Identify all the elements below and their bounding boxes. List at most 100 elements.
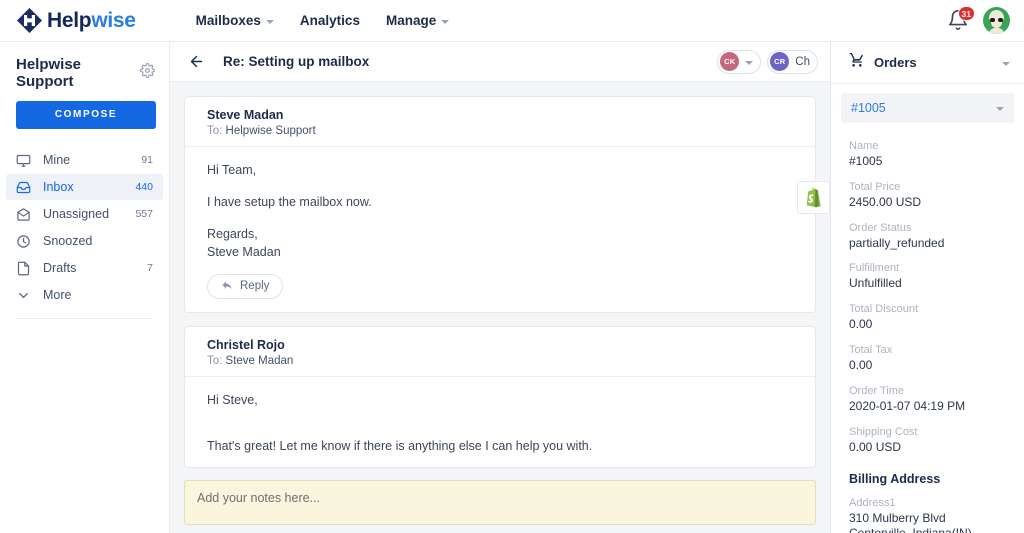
reply-button[interactable]: Reply xyxy=(207,274,283,299)
sidebar-folder-list: Mine 91 Inbox 440 xyxy=(0,147,169,308)
field-label: Order Status xyxy=(849,222,1006,234)
sidebar-item-inbox[interactable]: Inbox 440 xyxy=(6,174,163,200)
sidebar: Helpwise Support COMPOSE Mine 91 xyxy=(0,42,170,533)
avatar-glasses xyxy=(990,18,1003,22)
order-field-total-price: Total Price 2450.00 USD xyxy=(849,181,1006,211)
message-header: Steve Madan To: Helpwise Support xyxy=(185,97,815,147)
notes-input[interactable] xyxy=(184,480,816,525)
chevron-down-icon xyxy=(996,107,1004,111)
field-value: 0.00 xyxy=(849,358,1006,374)
sidebar-count-mine: 91 xyxy=(141,154,153,166)
message-line: Regards, xyxy=(207,225,793,243)
chevron-down-icon xyxy=(745,61,753,65)
billing-field-address1: Address1 310 Mulberry Blvd Centerville, … xyxy=(849,497,1006,533)
notification-badge: 31 xyxy=(958,6,975,21)
field-label: Name xyxy=(849,140,1006,152)
message-spacer xyxy=(207,409,793,437)
order-selector-value: #1005 xyxy=(851,101,886,115)
logo-text-help: Help xyxy=(47,9,91,32)
back-arrow-icon[interactable] xyxy=(182,50,211,73)
top-nav-actions: 31 xyxy=(947,7,1010,34)
order-field-order-time: Order Time 2020-01-07 04:19 PM xyxy=(849,385,1006,415)
message-sender: Steve Madan xyxy=(207,108,793,122)
user-avatar[interactable] xyxy=(983,7,1010,34)
field-value: 0.00 USD xyxy=(849,440,1006,456)
sidebar-count-unassigned: 557 xyxy=(135,208,153,220)
logo-text-wise: wise xyxy=(91,9,135,32)
reply-label: Reply xyxy=(240,280,269,292)
chevron-down-icon xyxy=(441,20,449,24)
conversation-subject: Re: Setting up mailbox xyxy=(223,54,369,69)
order-field-order-status: Order Status partially_refunded xyxy=(849,222,1006,252)
notes-area xyxy=(170,480,830,533)
field-label: Total Price xyxy=(849,181,1006,193)
envelope-icon xyxy=(16,207,34,222)
reply-icon xyxy=(221,279,233,294)
message-card: Steve Madan To: Helpwise Support Hi Team… xyxy=(184,96,816,313)
message-recipient: To: Helpwise Support xyxy=(207,125,793,137)
sidebar-label-mine: Mine xyxy=(43,153,70,167)
sidebar-item-more[interactable]: More xyxy=(6,282,163,308)
inbox-icon xyxy=(16,180,34,195)
mailbox-title: Helpwise Support xyxy=(16,56,140,90)
nav-label-manage: Manage xyxy=(386,13,436,28)
sidebar-label-snoozed: Snoozed xyxy=(43,234,92,248)
compose-button[interactable]: COMPOSE xyxy=(16,101,156,129)
field-value: Unfulfilled xyxy=(849,276,1006,292)
chevron-down-icon xyxy=(266,20,274,24)
helpwise-logo[interactable]: Helpwise xyxy=(16,7,136,34)
field-value: 2020-01-07 04:19 PM xyxy=(849,399,1006,415)
message-body: Hi Steve, That's great! Let me know if t… xyxy=(185,377,815,467)
message-line: I have setup the mailbox now. xyxy=(207,193,793,211)
notifications-button[interactable]: 31 xyxy=(947,9,969,33)
gear-icon[interactable] xyxy=(140,63,155,83)
contact-chip[interactable]: CR Ch xyxy=(767,50,818,74)
field-label: Fulfillment xyxy=(849,262,1006,274)
sidebar-count-inbox: 440 xyxy=(135,181,153,193)
main-nav-links: Mailboxes Analytics Manage xyxy=(196,13,450,28)
sidebar-item-mine[interactable]: Mine 91 xyxy=(6,147,163,173)
chevron-down-icon xyxy=(1002,62,1010,66)
field-label: Shipping Cost xyxy=(849,426,1006,438)
field-value: 0.00 xyxy=(849,317,1006,333)
orders-panel-header[interactable]: Orders xyxy=(831,42,1024,84)
helpwise-logo-icon xyxy=(16,7,43,34)
message-to-name: Steve Madan xyxy=(226,355,294,367)
message-spacer xyxy=(207,179,793,193)
message-spacer xyxy=(207,211,793,225)
sidebar-header: Helpwise Support xyxy=(0,56,169,90)
field-label: Order Time xyxy=(849,385,1006,397)
contact-name: Ch xyxy=(795,56,810,68)
sidebar-item-drafts[interactable]: Drafts 7 xyxy=(6,255,163,281)
message-line: That's great! Let me know if there is an… xyxy=(207,437,793,455)
nav-item-mailboxes[interactable]: Mailboxes xyxy=(196,13,274,28)
clock-icon xyxy=(16,234,34,249)
avatar-body xyxy=(989,28,1004,34)
conversation-pane: Re: Setting up mailbox CK CR Ch Steve Ma… xyxy=(170,42,830,533)
message-card: Christel Rojo To: Steve Madan Hi Steve, … xyxy=(184,326,816,468)
shopify-icon[interactable] xyxy=(797,181,830,214)
sidebar-label-inbox: Inbox xyxy=(43,180,74,194)
nav-item-manage[interactable]: Manage xyxy=(386,13,449,28)
message-to-prefix: To: xyxy=(207,355,222,367)
sidebar-label-drafts: Drafts xyxy=(43,261,76,275)
conversation-assignees: CK CR Ch xyxy=(717,50,818,74)
conversation-header: Re: Setting up mailbox CK CR Ch xyxy=(170,42,830,82)
message-header: Christel Rojo To: Steve Madan xyxy=(185,327,815,377)
billing-address-heading: Billing Address xyxy=(849,472,1006,486)
monitor-icon xyxy=(16,153,34,168)
order-details-list: Name #1005 Total Price 2450.00 USD Order… xyxy=(831,123,1024,533)
assignee-chip[interactable]: CK xyxy=(717,50,761,74)
field-value: #1005 xyxy=(849,154,1006,170)
sidebar-label-more: More xyxy=(43,288,71,302)
sidebar-divider xyxy=(16,318,153,319)
message-to-prefix: To: xyxy=(207,125,222,137)
sidebar-item-snoozed[interactable]: Snoozed xyxy=(6,228,163,254)
sidebar-label-unassigned: Unassigned xyxy=(43,207,109,221)
sidebar-item-unassigned[interactable]: Unassigned 557 xyxy=(6,201,163,227)
message-to-name: Helpwise Support xyxy=(226,125,316,137)
top-navigation-bar: Helpwise Mailboxes Analytics Manage 31 xyxy=(0,0,1024,42)
cart-icon xyxy=(849,52,865,73)
nav-item-analytics[interactable]: Analytics xyxy=(300,13,360,28)
order-selector[interactable]: #1005 xyxy=(841,93,1014,123)
